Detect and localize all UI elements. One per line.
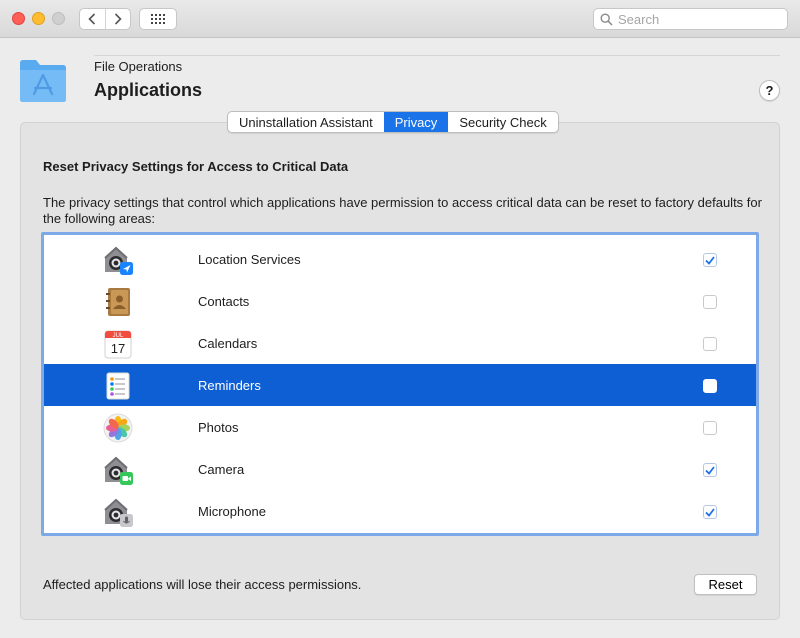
applications-folder-icon — [18, 57, 68, 103]
close-window-button[interactable] — [12, 12, 25, 25]
list-item-label: Photos — [198, 420, 239, 435]
camera-checkbox[interactable] — [703, 463, 717, 477]
privacy-areas-list: Location Services Contacts JUL 17 Calend… — [41, 232, 759, 536]
tab-bar: Uninstallation Assistant Privacy Securit… — [227, 111, 559, 133]
show-all-button[interactable] — [139, 8, 177, 30]
contacts-checkbox[interactable] — [703, 295, 717, 309]
list-item-contacts[interactable]: Contacts — [44, 280, 756, 322]
page-title: Applications — [94, 80, 203, 100]
help-button[interactable]: ? — [759, 80, 780, 101]
forward-button[interactable] — [104, 9, 131, 29]
list-item-label: Camera — [198, 462, 245, 477]
list-item-calendars[interactable]: JUL 17 Calendars — [44, 322, 756, 364]
breadcrumb: File Operations — [94, 59, 183, 74]
calendar-month-text: JUL — [113, 333, 124, 339]
search-field[interactable]: Search — [593, 8, 788, 30]
list-item-label: Reminders — [198, 378, 261, 393]
contacts-icon — [102, 286, 134, 318]
title-bar: Search — [0, 0, 800, 38]
navigation-buttons — [79, 8, 131, 30]
list-item-reminders[interactable]: Reminders — [44, 364, 756, 406]
list-item-label: Contacts — [198, 294, 250, 309]
reset-button[interactable]: Reset — [694, 574, 757, 595]
header-divider — [94, 55, 780, 56]
section-description: The privacy settings that control which … — [43, 195, 762, 226]
zoom-window-button[interactable] — [52, 12, 65, 25]
list-item-label: Calendars — [198, 336, 258, 351]
list-item-photos[interactable]: Photos — [44, 406, 756, 448]
photos-checkbox[interactable] — [703, 421, 717, 435]
list-item-location-services[interactable]: Location Services — [44, 238, 756, 280]
reminders-checkbox[interactable] — [703, 379, 717, 393]
chevron-left-icon — [88, 13, 96, 25]
microphone-icon — [102, 496, 134, 528]
calendar-day-text: 17 — [111, 341, 125, 356]
list-item-label: Microphone — [198, 504, 266, 519]
microphone-checkbox[interactable] — [703, 505, 717, 519]
list-item-camera[interactable]: Camera — [44, 448, 756, 490]
calendars-checkbox[interactable] — [703, 337, 717, 351]
calendar-icon: JUL 17 — [102, 328, 134, 360]
chevron-right-icon — [114, 13, 122, 25]
footer-note: Affected applications will lose their ac… — [43, 577, 362, 592]
photos-icon — [102, 412, 134, 444]
tab-security-check[interactable]: Security Check — [448, 112, 557, 132]
tab-uninstallation-assistant[interactable]: Uninstallation Assistant — [228, 112, 384, 132]
search-placeholder: Search — [618, 11, 660, 27]
minimize-window-button[interactable] — [32, 12, 45, 25]
list-item-microphone[interactable]: Microphone — [44, 490, 756, 532]
tab-privacy[interactable]: Privacy — [383, 112, 449, 132]
search-icon — [600, 12, 613, 26]
camera-icon — [102, 454, 134, 486]
location-services-checkbox[interactable] — [703, 253, 717, 267]
grid-icon — [151, 14, 165, 24]
section-title: Reset Privacy Settings for Access to Cri… — [43, 159, 349, 174]
reminders-icon — [102, 370, 134, 402]
back-button[interactable] — [80, 9, 105, 29]
list-item-label: Location Services — [198, 252, 301, 267]
location-services-icon — [102, 244, 134, 276]
